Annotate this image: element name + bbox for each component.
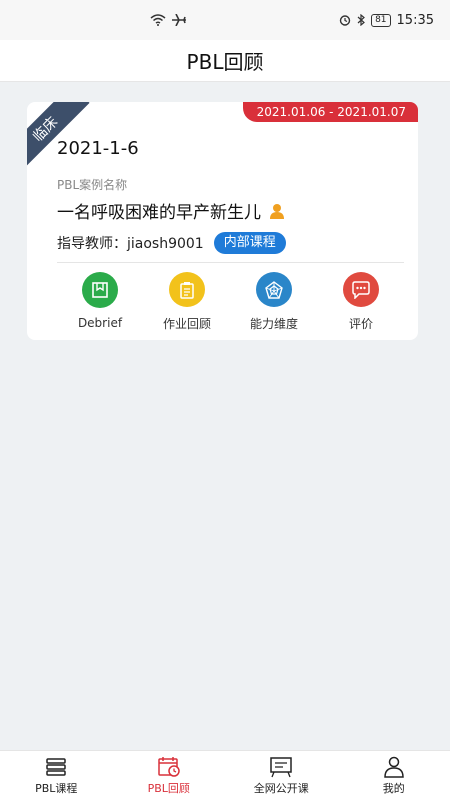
status-time: 15:35 (396, 12, 434, 28)
ability-dimension-label: 能力维度 (249, 317, 298, 331)
wifi-icon (150, 14, 166, 26)
status-right: 81 15:35 (339, 13, 434, 28)
date-range-badge: 2021.01.06 - 2021.01.07 (242, 102, 418, 122)
bluetooth-icon (357, 14, 365, 26)
battery-icon: 81 (371, 13, 391, 27)
debrief-label: Debrief (77, 316, 123, 330)
status-bar: 81 15:35 (0, 0, 450, 40)
alarm-icon (339, 15, 351, 26)
nav-label-pbl-review: PBL回顾 (147, 781, 190, 795)
teacher-label: 指导教师：jiaosh9001 (57, 236, 204, 252)
nav-label-mine: 我的 (382, 781, 405, 795)
evaluation-label: 评价 (348, 317, 373, 331)
book-stack-icon (46, 757, 66, 776)
public-board-icon (270, 756, 292, 777)
clipboard-icon (169, 272, 205, 307)
calendar-clock-icon (158, 756, 180, 777)
page-title-bar: PBL回顾 (0, 40, 450, 82)
page-title: PBL回顾 (186, 50, 264, 74)
debrief-icon (82, 272, 118, 308)
nav-item-pbl-courses[interactable]: PBL课程 (6, 756, 106, 796)
airplane-icon (172, 14, 186, 26)
case-title: 一名呼吸困难的早产新生儿 (57, 203, 261, 223)
bottom-nav: PBL课程 PBL回顾 全网公开课 我的 (0, 750, 450, 800)
status-left (150, 14, 186, 26)
case-title-row: 一名呼吸困难的早产新生儿 (57, 198, 285, 223)
radar-icon (256, 272, 292, 307)
card-date: 2021-1-6 (57, 138, 139, 159)
homework-review-label: 作业回顾 (162, 317, 211, 331)
nav-item-public-courses[interactable]: 全网公开课 (231, 756, 331, 796)
divider (57, 262, 404, 263)
evaluation-button[interactable]: 评价 (318, 272, 404, 332)
card-actions: Debrief 作业回顾 能力维度 评价 (57, 272, 404, 332)
course-type-badge: 内部课程 (213, 232, 286, 254)
homework-review-button[interactable]: 作业回顾 (144, 272, 230, 332)
nav-label-pbl-courses: PBL课程 (35, 781, 78, 795)
debrief-button[interactable]: Debrief (57, 272, 143, 332)
chat-icon (343, 272, 379, 307)
nav-item-pbl-review[interactable]: PBL回顾 (119, 756, 219, 796)
nav-label-public-courses: 全网公开课 (253, 781, 309, 795)
review-card[interactable]: 临床 2021.01.06 - 2021.01.07 2021-1-6 PBL案… (27, 102, 418, 340)
nav-item-mine[interactable]: 我的 (344, 756, 444, 796)
person-icon (270, 203, 284, 219)
teacher-row: 指导教师：jiaosh9001 内部课程 (57, 231, 286, 255)
case-name-label: PBL案例名称 (57, 178, 128, 192)
person-icon (383, 756, 404, 778)
ability-dimension-button[interactable]: 能力维度 (231, 272, 317, 332)
